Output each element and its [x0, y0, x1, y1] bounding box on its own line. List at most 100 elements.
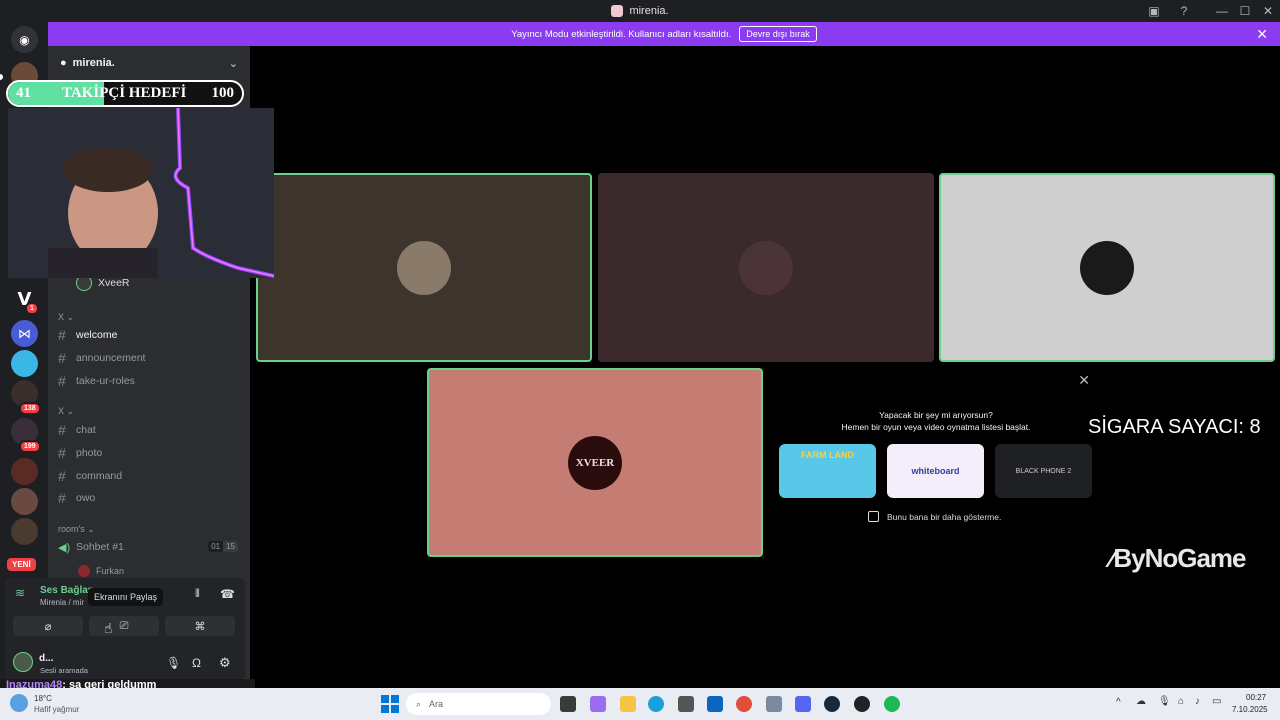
- close-window-button[interactable]: ✕: [1254, 0, 1280, 22]
- help-icon[interactable]: ?: [1170, 0, 1198, 22]
- gamepad-icon: ⌘: [194, 620, 206, 633]
- user-count: 01: [208, 541, 224, 552]
- video-tile[interactable]: [598, 173, 934, 362]
- hash-icon: #: [58, 350, 66, 366]
- channel-take-ur-roles[interactable]: # take-ur-roles: [58, 372, 238, 390]
- disconnect-icon[interactable]: ☎: [220, 587, 235, 601]
- voice-channel-sohbet[interactable]: ◀) Sohbet #1 01 15: [58, 538, 238, 556]
- activity-suggestion-card: ✕ Yapacak bir şey mi arıyorsun? Hemen bi…: [768, 368, 1104, 556]
- user-name: d...: [39, 653, 54, 664]
- obs-icon[interactable]: [854, 696, 870, 712]
- share-screen-tooltip: Ekranını Paylaş: [88, 588, 164, 606]
- disable-streamer-mode-button[interactable]: Devre dışı bırak: [739, 26, 817, 42]
- follower-label: TAKİPÇİ HEDEFİ: [62, 85, 187, 101]
- channel-welcome[interactable]: # welcome: [58, 326, 238, 344]
- battery-icon[interactable]: ▭: [1212, 696, 1221, 707]
- window-title: mirenia.: [629, 5, 669, 17]
- file-explorer-icon[interactable]: [620, 696, 636, 712]
- dont-show-again[interactable]: Bunu bana bir daha gösterme.: [868, 511, 1001, 522]
- voice-status[interactable]: Ses Bağlan: [40, 585, 94, 596]
- onedrive-icon[interactable]: ☁: [1136, 696, 1146, 707]
- share-screen-button[interactable]: ⎚: [89, 616, 159, 636]
- hash-icon: #: [58, 373, 66, 389]
- server-icon-bowtie[interactable]: ⋈: [11, 320, 38, 347]
- volume-icon[interactable]: ♪: [1195, 696, 1200, 707]
- search-box[interactable]: ⌕ Ara: [406, 693, 551, 715]
- microphone-icon[interactable]: 🎙: [166, 656, 181, 670]
- discord-home-icon[interactable]: ◉: [11, 26, 38, 53]
- close-notice-icon[interactable]: ✕: [1256, 26, 1268, 43]
- voice-location: Mirenia / mir: [40, 598, 85, 607]
- hash-icon: #: [58, 490, 66, 506]
- server-header[interactable]: ● mirenia. ⌄: [48, 52, 250, 74]
- avatar[interactable]: [13, 652, 33, 672]
- channel-chat[interactable]: # chat: [58, 421, 238, 439]
- cigarette-counter: SİGARA SAYACI: 8: [1088, 416, 1261, 438]
- title-bar: mirenia. ▣ ? — ☐ ✕: [0, 0, 1280, 22]
- screen-share-icon: ⎚: [119, 619, 129, 632]
- discord-taskbar-icon[interactable]: [795, 696, 811, 712]
- checkbox[interactable]: [868, 511, 879, 522]
- notice-text: Yayıncı Modu etkinleştirildi. Kullanıcı …: [511, 28, 732, 40]
- server-icon[interactable]: [11, 458, 38, 485]
- tray-chevron-icon[interactable]: ^: [1116, 697, 1121, 708]
- signal-icon: ≋: [15, 586, 26, 600]
- mention-badge: 199: [19, 440, 41, 453]
- camera-off-button[interactable]: ⌀: [13, 616, 83, 636]
- category-header[interactable]: X ⌄: [58, 312, 74, 323]
- store-icon[interactable]: [678, 696, 694, 712]
- windows-start-icon[interactable]: [381, 695, 399, 713]
- chrome-icon[interactable]: [736, 696, 752, 712]
- cursor-hand-icon: ☝: [104, 620, 113, 636]
- game-black-phone[interactable]: BLACK PHONE 2: [995, 444, 1092, 498]
- server-icon-cyan[interactable]: [11, 350, 38, 377]
- spotify-icon[interactable]: [884, 696, 900, 712]
- steam-icon[interactable]: [824, 696, 840, 712]
- server-icon[interactable]: [11, 488, 38, 515]
- close-icon[interactable]: ✕: [1078, 372, 1090, 389]
- hash-icon: #: [58, 327, 66, 343]
- follower-goal: 100: [211, 85, 235, 101]
- clock-date[interactable]: 7.10.2025: [1232, 705, 1268, 714]
- settings-app-icon[interactable]: [766, 696, 782, 712]
- category-header[interactable]: X ⌄: [58, 406, 74, 417]
- game-whiteboard[interactable]: whiteboard: [887, 444, 984, 498]
- weather-icon[interactable]: [10, 694, 28, 712]
- camera-off-icon: ⌀: [44, 620, 52, 633]
- noise-suppression-icon[interactable]: ⦀: [195, 588, 200, 601]
- brand-logo: ⁄ByNoGame: [1110, 543, 1247, 573]
- inbox-icon[interactable]: ▣: [1140, 0, 1168, 22]
- weather-temp: 18°C: [34, 694, 52, 703]
- video-tile[interactable]: XVEER: [427, 368, 763, 557]
- activity-prompt: Yapacak bir şey mi arıyorsun?: [879, 410, 993, 420]
- channel-command[interactable]: # command: [58, 467, 238, 485]
- hash-icon: #: [58, 422, 66, 438]
- channel-announcement[interactable]: # announcement: [58, 349, 238, 367]
- webcam-feed: [8, 108, 274, 278]
- edge-icon[interactable]: [648, 696, 664, 712]
- settings-gear-icon[interactable]: ⚙: [219, 655, 231, 671]
- task-view-icon[interactable]: [560, 696, 576, 712]
- webcam-overlay: [8, 108, 274, 278]
- mic-tray-icon[interactable]: 🎙: [1158, 696, 1171, 707]
- headphones-icon[interactable]: Ω: [192, 656, 201, 670]
- follower-current: 41: [16, 85, 31, 101]
- search-icon: ⌕: [416, 698, 422, 709]
- mention-badge: 1: [25, 302, 39, 315]
- outlook-icon[interactable]: [707, 696, 723, 712]
- windows-taskbar: 18°C Hafif yağmur ⌕ Ara ^ ☁ 🎙 ⌂ ♪ ▭ 00:27…: [0, 688, 1280, 720]
- activity-subprompt: Hemen bir oyun veya video oynatma listes…: [841, 422, 1031, 432]
- copilot-icon[interactable]: [590, 696, 606, 712]
- server-icon[interactable]: [11, 518, 38, 545]
- hash-icon: #: [58, 468, 66, 484]
- streamer-mode-notice: Yayıncı Modu etkinleştirildi. Kullanıcı …: [48, 22, 1280, 46]
- video-tile[interactable]: [256, 173, 592, 362]
- game-farm-land[interactable]: FARM LAND: [779, 444, 876, 498]
- channel-photo[interactable]: # photo: [58, 444, 238, 462]
- channel-owo[interactable]: # owo: [58, 489, 238, 507]
- video-tile[interactable]: [939, 173, 1275, 362]
- activity-button[interactable]: ⌘: [165, 616, 235, 636]
- category-header[interactable]: room's ⌄: [58, 524, 95, 535]
- network-icon[interactable]: ⌂: [1178, 696, 1184, 707]
- clock-time[interactable]: 00:27: [1246, 693, 1266, 702]
